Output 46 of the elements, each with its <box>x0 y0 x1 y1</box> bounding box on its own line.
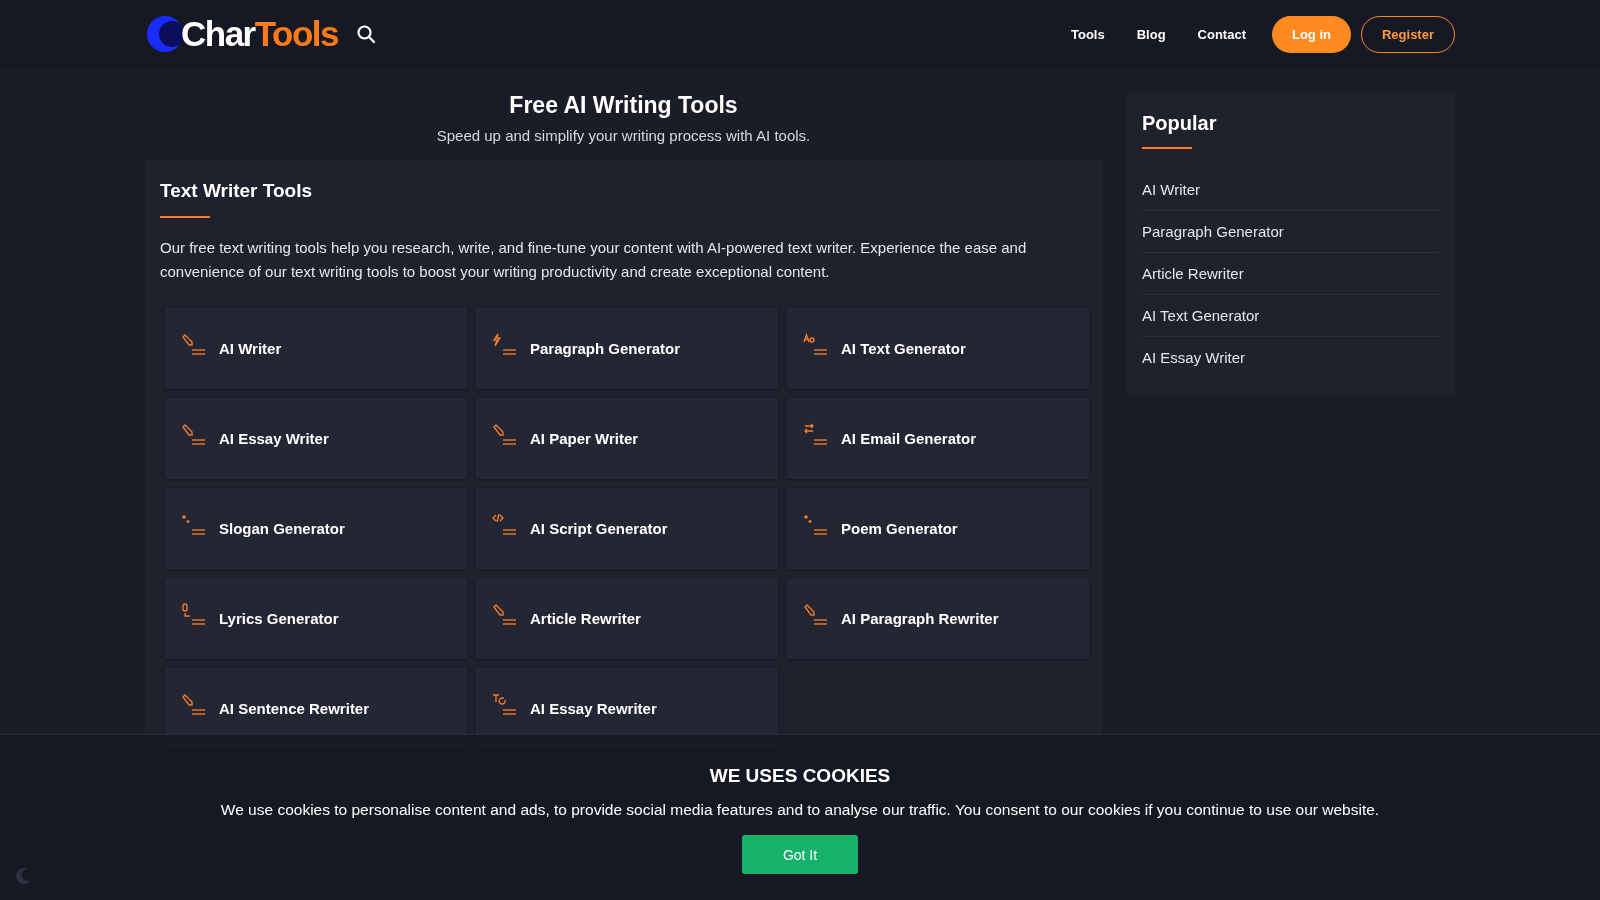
tool-card[interactable]: AI Essay Writer <box>165 398 467 479</box>
page-title: Free AI Writing Tools <box>508 92 739 119</box>
arrows-icon <box>803 422 829 447</box>
popular-link[interactable]: Article Rewriter <box>1142 253 1439 295</box>
tool-card[interactable]: AI Text Generator <box>787 308 1089 389</box>
search-icon[interactable] <box>356 24 376 44</box>
cookie-text: We use cookies to personalise content and ads, to provide social media features and to analyse our traffic. You consent to our cookies if you continue to use our website. <box>220 801 1380 819</box>
popular-link[interactable]: AI Text Generator <box>1142 295 1439 337</box>
letters-icon <box>803 332 829 357</box>
tool-card[interactable]: Paragraph Generator <box>476 308 778 389</box>
microphone-icon <box>181 602 207 627</box>
nav-link[interactable]: Tools <box>1071 26 1105 42</box>
tool-card[interactable]: AI Email Generator <box>787 398 1089 479</box>
nav-link[interactable]: Contact <box>1197 26 1246 42</box>
pencil-icon <box>181 332 207 357</box>
tool-card[interactable]: AI Paragraph Rewriter <box>787 578 1089 659</box>
cookie-title: WE USES COOKIES <box>709 765 891 787</box>
tool-card[interactable]: Article Rewriter <box>476 578 778 659</box>
popular-link[interactable]: AI Writer <box>1142 181 1439 211</box>
page-subtitle: Speed up and simplify your writing process with AI tools. <box>435 127 812 144</box>
pencil-icon <box>181 692 207 717</box>
section-description: Our free text writing tools help you research, write, and fine-tune your content with AI-powered text writer. Experience the ease and convenience of our text writing tools to boost your writing productivity and create exceptional content. <box>160 238 1028 282</box>
sparkle-icon <box>181 512 207 537</box>
tool-card[interactable]: Lyrics Generator <box>165 578 467 659</box>
code-icon <box>492 512 518 537</box>
text-icon <box>492 692 518 717</box>
tool-card[interactable]: AI Script Generator <box>476 488 778 569</box>
tool-card[interactable]: AI Paper Writer <box>476 398 778 479</box>
title-underline <box>160 216 210 218</box>
title-underline <box>1142 147 1192 149</box>
logo-link[interactable]: CharTools <box>145 14 338 54</box>
tool-card[interactable]: AI Writer <box>165 308 467 389</box>
pencil-icon <box>803 602 829 627</box>
sidebar-title: Popular <box>1142 112 1218 135</box>
sparkle-icon <box>803 512 829 537</box>
tool-card[interactable]: Poem Generator <box>787 488 1089 569</box>
popular-link[interactable]: Paragraph Generator <box>1142 211 1439 253</box>
bolt-icon <box>492 332 518 357</box>
section-title: Text Writer Tools <box>160 180 314 202</box>
pencil-icon <box>492 602 518 627</box>
pencil-icon <box>492 422 518 447</box>
tool-card[interactable]: Slogan Generator <box>165 488 467 569</box>
spinner-icon <box>14 866 34 886</box>
pencil-icon <box>181 422 207 447</box>
popular-link[interactable]: AI Essay Writer <box>1142 337 1439 378</box>
nav-link[interactable]: Blog <box>1136 26 1166 42</box>
